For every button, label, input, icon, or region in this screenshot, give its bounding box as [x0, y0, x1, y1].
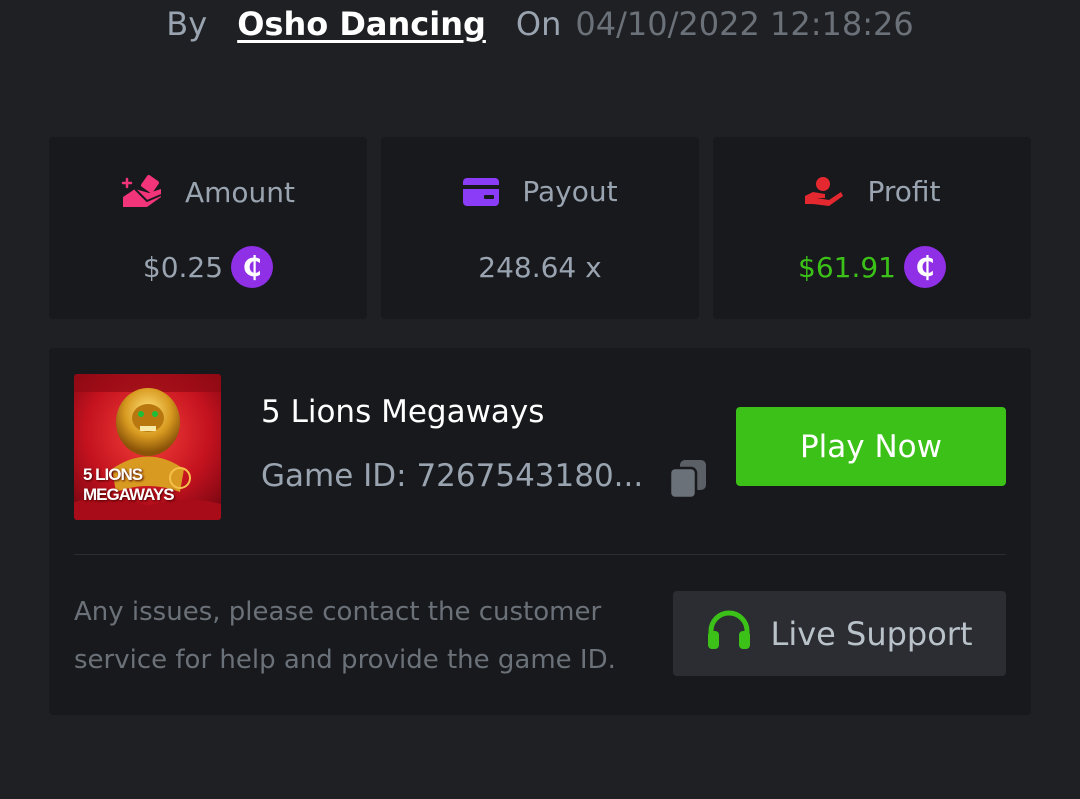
currency-coin-icon: ₵ — [231, 246, 274, 288]
profit-value-row: $61.91 ₵ — [713, 245, 1031, 289]
live-support-label: Live Support — [770, 614, 973, 653]
user-name-link[interactable]: Osho Dancing — [237, 5, 486, 43]
amount-value-row: $0.25 ₵ — [49, 245, 367, 289]
amount-header: Amount — [49, 175, 367, 209]
hand-coin-icon — [803, 176, 845, 208]
copy-icon[interactable] — [668, 458, 708, 500]
payout-header: Payout — [381, 175, 699, 208]
bet-timestamp: 04/10/2022 12:18:26 — [575, 5, 914, 43]
payout-value-row: 248.64 x — [381, 245, 699, 289]
game-title: 5 Lions Megaways — [261, 394, 545, 430]
headset-icon — [706, 609, 752, 659]
amount-label: Amount — [184, 175, 296, 209]
play-now-button[interactable]: Play Now — [736, 407, 1006, 486]
game-thumbnail[interactable]: 5 LIONS MEGAWAYS — [74, 374, 221, 520]
game-id: Game ID: 7267543180... — [261, 458, 644, 494]
bet-meta-line: By Osho Dancing On 04/10/2022 12:18:26 — [0, 2, 1080, 46]
card-icon — [462, 177, 500, 207]
payout-label: Payout — [522, 175, 618, 208]
divider — [74, 554, 1006, 555]
by-label: By — [166, 5, 208, 43]
amount-card: Amount $0.25 ₵ — [49, 137, 367, 319]
profit-header: Profit — [713, 175, 1031, 208]
payout-value: 248.64 x — [478, 250, 602, 284]
currency-coin-icon: ₵ — [903, 246, 946, 288]
payout-card: Payout 248.64 x — [381, 137, 699, 319]
live-support-button[interactable]: Live Support — [673, 591, 1006, 676]
bet-chips-icon — [121, 175, 163, 209]
game-panel: 5 LIONS MEGAWAYS 5 Lions Megaways Game I… — [49, 348, 1031, 715]
thumbnail-title: 5 LIONS MEGAWAYS — [83, 465, 175, 504]
support-help-text: Any issues, please contact the customer … — [74, 597, 616, 675]
amount-value: $0.25 — [142, 250, 224, 284]
profit-label: Profit — [867, 175, 941, 208]
profit-value: $61.91 — [798, 250, 896, 284]
bet-detail-page: By Osho Dancing On 04/10/2022 12:18:26 A… — [0, 0, 1080, 799]
on-label: On — [515, 5, 562, 43]
profit-card: Profit $61.91 ₵ — [713, 137, 1031, 319]
